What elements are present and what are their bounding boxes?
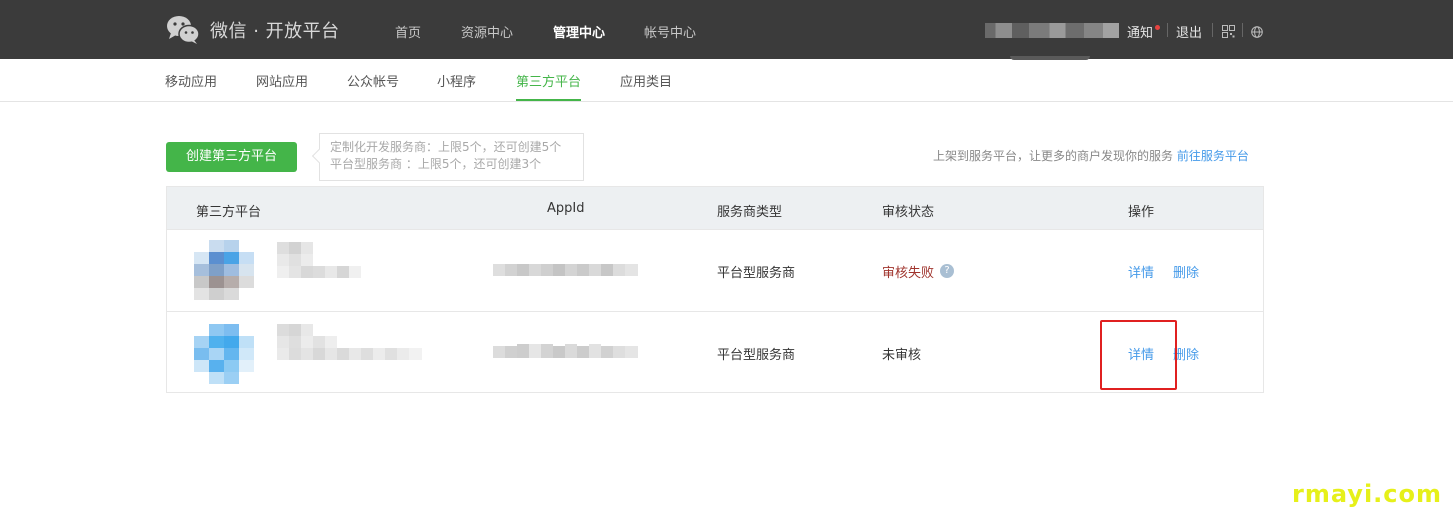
header-platform: 第三方平台 [196,205,262,220]
brand-title: 微信 · 开放平台 [210,21,340,42]
header-operations: 操作 [1128,205,1155,220]
notice-link[interactable]: 通知 [1127,22,1153,41]
header-review-status: 审核状态 [882,205,935,220]
provider-type: 平台型服务商 [717,348,796,363]
table-row: 平台型服务商 未审核 详情 删除 [167,311,1263,393]
help-question-icon[interactable]: ? [940,264,954,278]
service-platform-link[interactable]: 前往服务平台 [1177,149,1249,163]
table-header: 第三方平台 AppId 服务商类型 审核状态 操作 [167,187,1263,229]
sub-nav: 移动应用 网站应用 公众帐号 小程序 第三方平台 应用类目 [0,59,1453,102]
detail-link[interactable]: 详情 [1128,262,1154,281]
appid-blurred [493,264,638,276]
subnav-official-accounts[interactable]: 公众帐号 [347,71,399,101]
third-party-table: 第三方平台 AppId 服务商类型 审核状态 操作 平台型服务商 审核失败 ? … [166,186,1264,393]
quota-tooltip: 定制化开发服务商：上限5个，还可创建5个 平台型服务商 ：上限5个，还可创建3个 [319,133,584,181]
platform-avatar-blurred [194,240,254,300]
appid-blurred [493,344,638,358]
delete-link[interactable]: 删除 [1173,262,1199,281]
divider [1212,23,1213,37]
globe-icon[interactable] [1251,26,1263,38]
subnav-mobile-apps[interactable]: 移动应用 [165,71,217,101]
topnav-resources[interactable]: 资源中心 [461,22,513,41]
quota-line-platform: 平台型服务商 ：上限5个，还可创建3个 [330,157,542,171]
delete-link[interactable]: 删除 [1173,344,1199,363]
quota-line-custom: 定制化开发服务商：上限5个，还可创建5个 [330,140,562,154]
topnav-home[interactable]: 首页 [395,22,421,41]
create-third-party-button[interactable]: 创建第三方平台 [166,142,297,172]
promo-text-wrapper: 上架到服务平台，让更多的商户发现你的服务 前往服务平台 [933,147,1249,164]
platform-name-blurred [277,324,422,360]
header-appid: AppId [547,201,585,216]
divider [1167,23,1168,37]
notice-dot-badge [1155,25,1160,30]
logout-link[interactable]: 退出 [1176,22,1202,41]
qrcode-icon[interactable] [1222,25,1235,38]
detail-link[interactable]: 详情 [1128,344,1154,363]
account-name-blurred[interactable] [985,23,1119,38]
table-row: 平台型服务商 审核失败 ? 详情 删除 [167,229,1263,311]
divider [1242,23,1243,37]
platform-avatar-blurred [194,324,254,384]
review-status-failed: 审核失败 [882,266,935,281]
header-provider-type: 服务商类型 [717,205,783,220]
brand[interactable]: 微信 · 开放平台 [166,15,340,45]
wechat-logo-icon [167,16,200,44]
subnav-third-party-platform[interactable]: 第三方平台 [516,71,582,101]
top-bar: 微信 · 开放平台 首页 资源中心 管理中心 帐号中心 通知 退出 [0,0,1453,60]
subnav-mini-programs[interactable]: 小程序 [437,71,476,101]
topnav-management[interactable]: 管理中心 [553,22,605,41]
subnav-app-categories[interactable]: 应用类目 [620,71,672,101]
subnav-web-apps[interactable]: 网站应用 [256,71,308,101]
review-status: 未审核 [882,348,922,363]
watermark-text: rmayi.com [1292,480,1443,508]
platform-name-blurred [277,242,361,278]
topnav-account[interactable]: 帐号中心 [644,22,696,41]
provider-type: 平台型服务商 [717,266,796,281]
promo-text: 上架到服务平台，让更多的商户发现你的服务 [933,149,1174,163]
